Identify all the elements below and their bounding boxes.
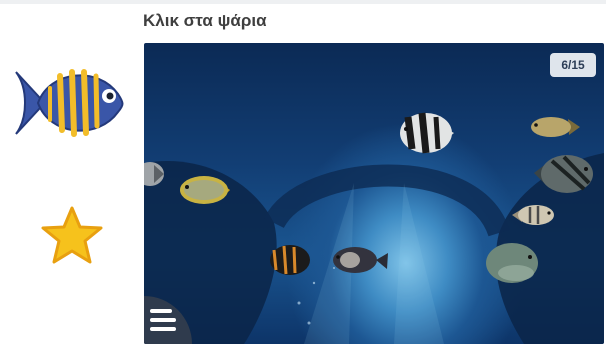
star-icon [41,206,103,264]
fish-bannerfish[interactable] [400,112,454,154]
fish-striped-small[interactable] [512,205,554,225]
menu-icon [150,309,176,331]
fish-icon [15,69,124,137]
fish-tan-wrasse[interactable] [531,117,580,137]
fish-gray-left-edge[interactable] [144,162,164,186]
fish-orange-striped[interactable] [270,245,310,275]
fish-yellow-angelfish[interactable] [180,176,230,204]
underwater-scene: 6/15 [144,43,604,344]
fish-layer [144,112,593,283]
fish-dark-tang[interactable] [333,247,388,273]
fish-dark-grouper[interactable] [534,155,593,193]
top-strip [0,0,606,4]
progress-counter: 6/15 [550,53,596,77]
fish-green-grouper[interactable] [486,243,538,283]
activity-title: Κλικ στα ψάρια [143,11,267,30]
